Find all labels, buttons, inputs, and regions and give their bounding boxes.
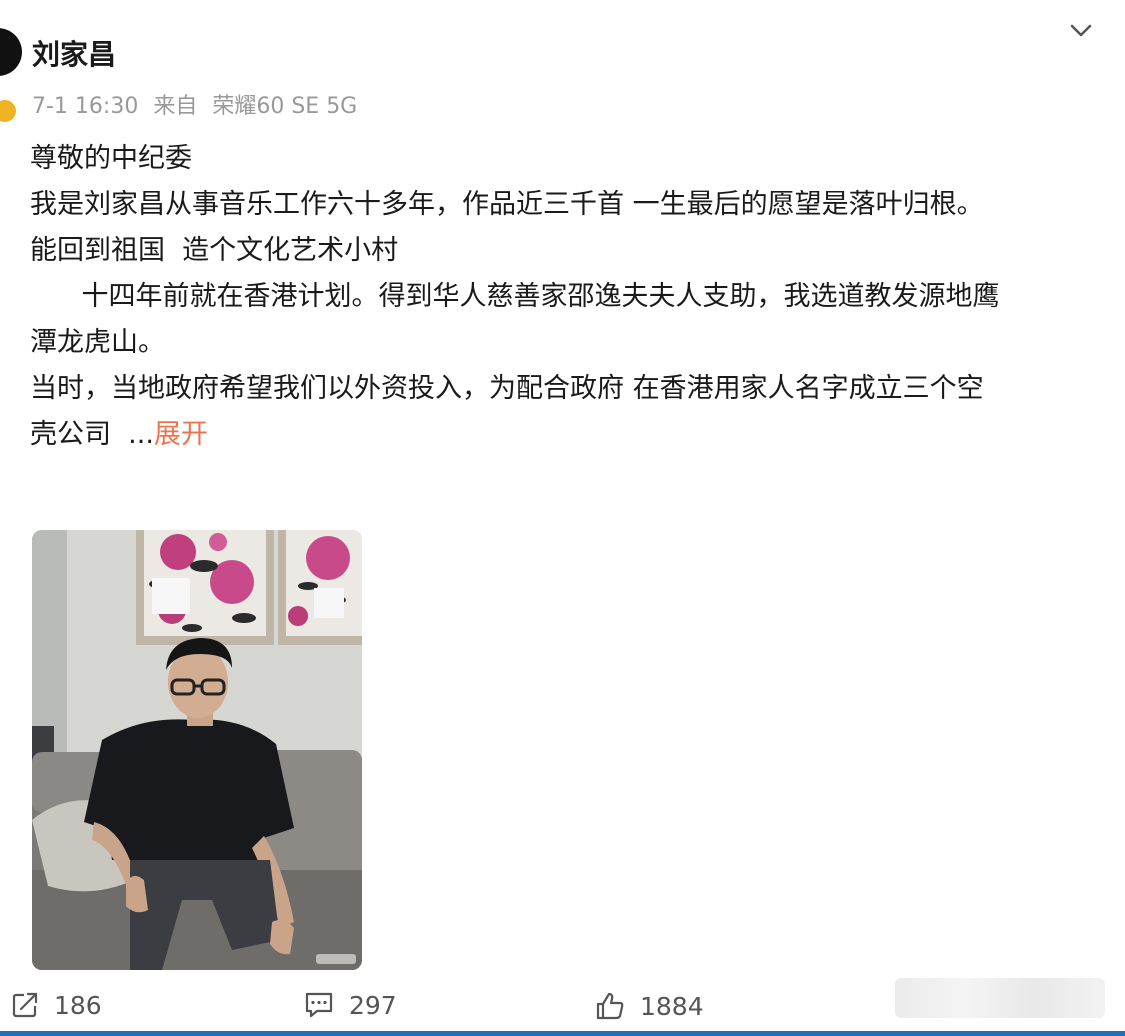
post-line: 能回到祖国 造个文化艺术小村 — [30, 235, 399, 266]
photo-man-on-sofa — [32, 530, 362, 970]
post-meta: 7-1 16:30 来自 荣耀60 SE 5G — [32, 88, 365, 120]
post-time: 7-1 16:30 — [32, 94, 139, 119]
post-line: 尊敬的中纪委 — [30, 143, 192, 174]
avatar[interactable] — [0, 28, 22, 76]
like-button[interactable]: 1884 — [594, 990, 704, 1022]
post-line: 壳公司 ... — [30, 419, 154, 450]
post-line: 我是刘家昌从事音乐工作六十多年，作品近三千首 一生最后的愿望是落叶归根。 — [30, 189, 984, 220]
repost-icon — [12, 992, 38, 1018]
thumbs-up-icon — [596, 992, 624, 1020]
comment-count: 297 — [349, 990, 397, 1020]
comment-button[interactable]: 297 — [303, 990, 397, 1020]
post-line: 当时，当地政府希望我们以外资投入，为配合政府 在香港用家人名字成立三个空 — [30, 373, 984, 404]
repost-button[interactable]: 186 — [10, 990, 102, 1020]
post-line-last: 壳公司 ...展开 — [30, 412, 1100, 458]
source-prefix: 来自 — [153, 94, 198, 119]
blurred-watermark — [895, 978, 1105, 1018]
verified-badge-icon — [0, 98, 18, 124]
author-name[interactable]: 刘家昌 — [32, 33, 116, 73]
post-photo[interactable] — [32, 530, 362, 970]
post-line: 十四年前就在香港计划。得到华人慈善家邵逸夫夫人支助，我选道教发源地鹰 — [30, 281, 1000, 312]
post-body: 尊敬的中纪委 我是刘家昌从事音乐工作六十多年，作品近三千首 一生最后的愿望是落叶… — [30, 136, 1100, 458]
expand-link[interactable]: 展开 — [154, 419, 208, 450]
post-line: 潭龙虎山。 — [30, 327, 165, 358]
like-count: 1884 — [640, 991, 704, 1021]
comment-icon — [305, 992, 333, 1018]
source-device[interactable]: 荣耀60 SE 5G — [212, 94, 357, 119]
chevron-down-icon[interactable] — [1066, 16, 1096, 46]
bottom-border — [0, 1031, 1125, 1036]
repost-count: 186 — [54, 990, 102, 1020]
